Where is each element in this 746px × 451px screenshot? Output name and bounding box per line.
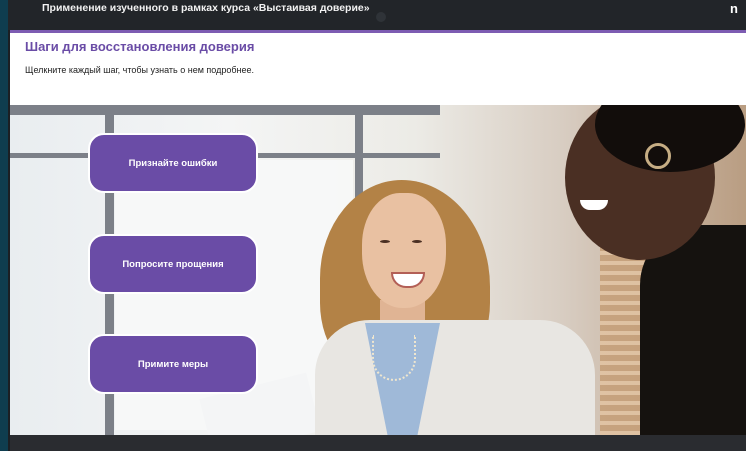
woman-eye <box>412 240 422 243</box>
step-label: Примите меры <box>137 358 209 370</box>
step-button-take-action[interactable]: Примите меры <box>88 334 258 394</box>
step-button-acknowledge[interactable]: Признайте ошибки <box>88 133 258 193</box>
menu-button[interactable]: n <box>730 1 738 16</box>
pearl-necklace <box>372 335 416 381</box>
window-frame <box>10 105 440 115</box>
step-label: Признайте ошибки <box>128 157 218 169</box>
woman-eye <box>380 240 390 243</box>
course-title: Применение изученного в рамках курса «Вы… <box>42 2 370 14</box>
webcam-icon <box>376 12 386 22</box>
earring-icon <box>645 143 671 169</box>
page-title: Шаги для восстановления доверия <box>25 39 255 54</box>
woman-blazer <box>315 320 595 435</box>
step-label: Попросите прощения <box>122 258 224 270</box>
step-button-apologize[interactable]: Попросите прощения <box>88 234 258 294</box>
slide-header: Шаги для восстановления доверия Щелкните… <box>10 33 746 105</box>
instruction-text: Щелкните каждый шаг, чтобы узнать о нем … <box>25 65 254 75</box>
course-title-bar: Применение изученного в рамках курса «Вы… <box>8 0 746 30</box>
woman-face <box>362 193 446 308</box>
laptop-bottom-bezel <box>10 435 746 451</box>
